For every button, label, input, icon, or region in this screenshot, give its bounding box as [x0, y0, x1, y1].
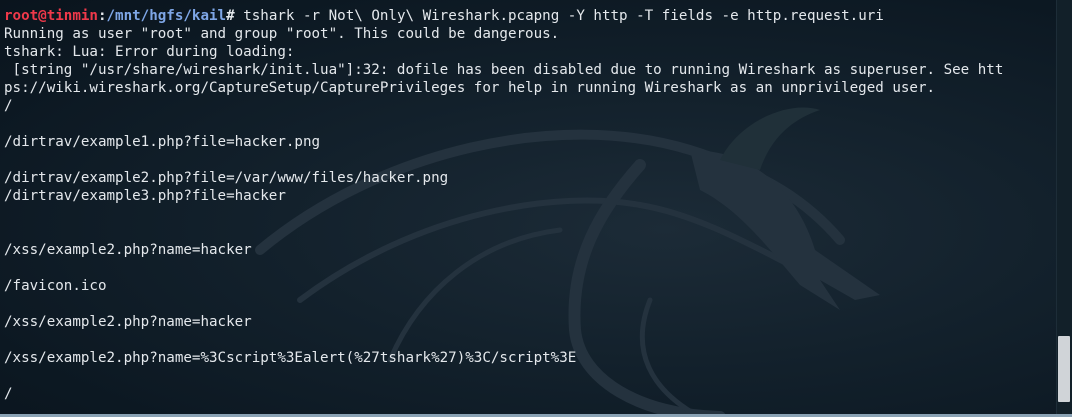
terminal-window[interactable]: root@tinmin:/mnt/hgfs/kail# tshark -r No… — [0, 0, 1072, 417]
prompt-symbol: # — [226, 8, 235, 24]
scrollbar-thumb[interactable] — [1058, 336, 1070, 402]
output-line: / — [4, 386, 13, 402]
output-line: Running as user "root" and group "root".… — [4, 26, 560, 42]
vertical-scrollbar[interactable] — [1056, 0, 1072, 417]
output-line: ps://wiki.wireshark.org/CaptureSetup/Cap… — [4, 80, 936, 96]
output-line: tshark: Lua: Error during loading: — [4, 44, 295, 60]
output-line: /xss/example2.php?name=hacker — [4, 242, 252, 258]
terminal-output[interactable]: root@tinmin:/mnt/hgfs/kail# tshark -r No… — [4, 7, 1056, 403]
output-line: / — [4, 98, 13, 114]
command-line: root@tinmin:/mnt/hgfs/kail# tshark -r No… — [4, 7, 1056, 25]
output-line: /dirtrav/example3.php?file=hacker — [4, 188, 286, 204]
output-line: /dirtrav/example1.php?file=hacker.png — [4, 134, 321, 150]
prompt-separator: : — [97, 8, 107, 24]
prompt-path: /mnt/hgfs/kail — [106, 8, 227, 24]
command-text: tshark -r Not\ Only\ Wireshark.pcapng -Y… — [234, 8, 884, 24]
output-line: /xss/example2.php?name=%3Cscript%3Ealert… — [4, 350, 577, 366]
output-line: /favicon.ico — [4, 278, 107, 294]
output-line: /xss/example2.php?name=hacker — [4, 314, 252, 330]
output-line: /dirtrav/example2.php?file=/var/www/file… — [4, 170, 449, 186]
prompt-user-host: root@tinmin — [4, 8, 98, 24]
output-line: [string "/usr/share/wireshark/init.lua"]… — [4, 62, 1004, 78]
